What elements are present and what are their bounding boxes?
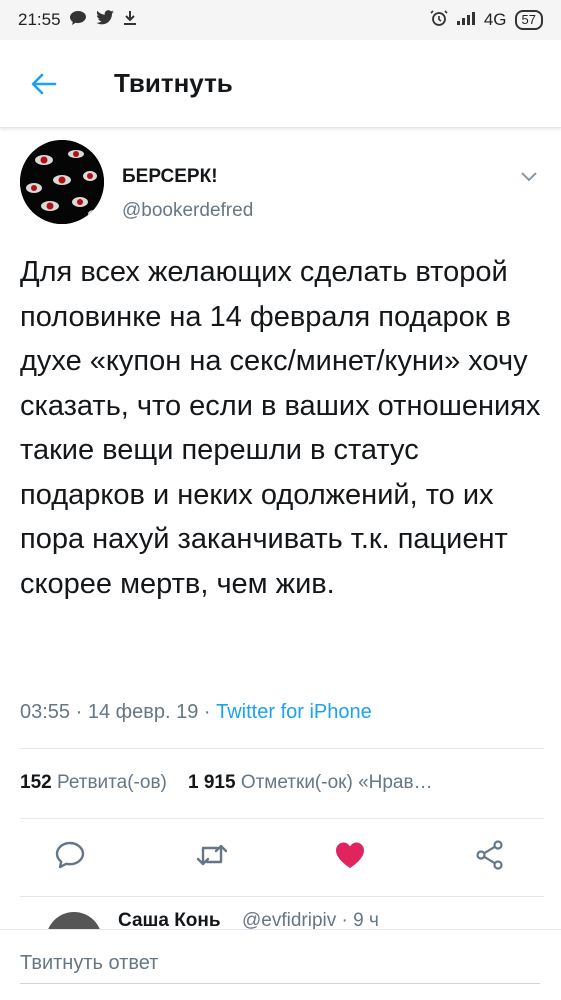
reply-button[interactable] bbox=[52, 838, 88, 872]
battery-indicator: 57 bbox=[514, 10, 543, 30]
meta-separator: · bbox=[75, 701, 88, 723]
status-bar: 21:55 4G 57 bbox=[0, 0, 561, 40]
meta-separator: · bbox=[203, 701, 217, 723]
status-time: 21:55 bbox=[18, 10, 61, 29]
reply-input[interactable] bbox=[20, 944, 540, 984]
network-type: 4G bbox=[483, 10, 507, 29]
retweets-stat[interactable]: 152 Ретвита(-ов) bbox=[20, 772, 172, 793]
tweet-menu-button[interactable] bbox=[518, 168, 540, 184]
message-notification-icon bbox=[69, 10, 87, 31]
tweet-actions bbox=[0, 826, 561, 886]
heart-icon bbox=[336, 842, 364, 868]
reply-preview[interactable]: Саша Конь @evfidripiv · 9 ч bbox=[20, 906, 544, 930]
tweet-meta: 03:55 · 14 февр. 19 · Twitter for iPhone bbox=[20, 701, 372, 724]
divider bbox=[20, 896, 544, 897]
reply-author-name: Саша Конь bbox=[118, 910, 221, 930]
avatar[interactable] bbox=[20, 140, 104, 224]
divider bbox=[20, 748, 544, 749]
share-icon bbox=[476, 840, 503, 870]
like-button[interactable] bbox=[332, 838, 368, 872]
arrow-left-icon bbox=[31, 73, 57, 94]
tweet-stats: 152 Ретвита(-ов) 1 915 Отметки(-ок) «Нра… bbox=[20, 772, 544, 794]
likes-count: 1 915 bbox=[188, 772, 236, 793]
app-bar: Твитнуть bbox=[0, 40, 561, 128]
likes-stat[interactable]: 1 915 Отметки(-ок) «Нрав… bbox=[188, 772, 433, 793]
retweets-label: Ретвита(-ов) bbox=[56, 772, 167, 793]
retweet-icon bbox=[196, 844, 228, 866]
back-button[interactable] bbox=[24, 64, 64, 104]
retweet-button[interactable] bbox=[194, 838, 230, 872]
download-icon bbox=[123, 10, 137, 31]
tweet-time: 03:55 bbox=[20, 701, 71, 723]
chevron-down-icon bbox=[521, 172, 537, 182]
author-display-name[interactable]: БЕРСЕРК! bbox=[122, 166, 218, 188]
divider bbox=[20, 818, 544, 819]
retweets-count: 152 bbox=[20, 772, 52, 793]
share-button[interactable] bbox=[472, 838, 508, 872]
tweet-author: БЕРСЕРК! @bookerdefred bbox=[20, 140, 540, 230]
signal-icon bbox=[456, 10, 476, 30]
alarm-icon bbox=[430, 9, 448, 32]
likes-label: Отметки(-ок) «Нрав… bbox=[240, 772, 433, 793]
author-handle[interactable]: @bookerdefred bbox=[122, 200, 253, 222]
reply-icon bbox=[55, 841, 85, 869]
page-title: Твитнуть bbox=[114, 68, 233, 98]
avatar[interactable] bbox=[46, 912, 102, 930]
status-bar-right: 4G 57 bbox=[430, 9, 543, 32]
reply-composer bbox=[0, 929, 561, 1000]
tweet-date: 14 февр. 19 bbox=[87, 701, 199, 723]
tweet-text: Для всех желающих сделать второй половин… bbox=[20, 256, 541, 600]
twitter-bird-icon bbox=[95, 9, 115, 31]
tweet-source-link[interactable]: Twitter for iPhone bbox=[216, 701, 372, 723]
status-bar-left: 21:55 bbox=[18, 9, 137, 31]
reply-author-handle: @evfidripiv · 9 ч bbox=[242, 910, 379, 930]
